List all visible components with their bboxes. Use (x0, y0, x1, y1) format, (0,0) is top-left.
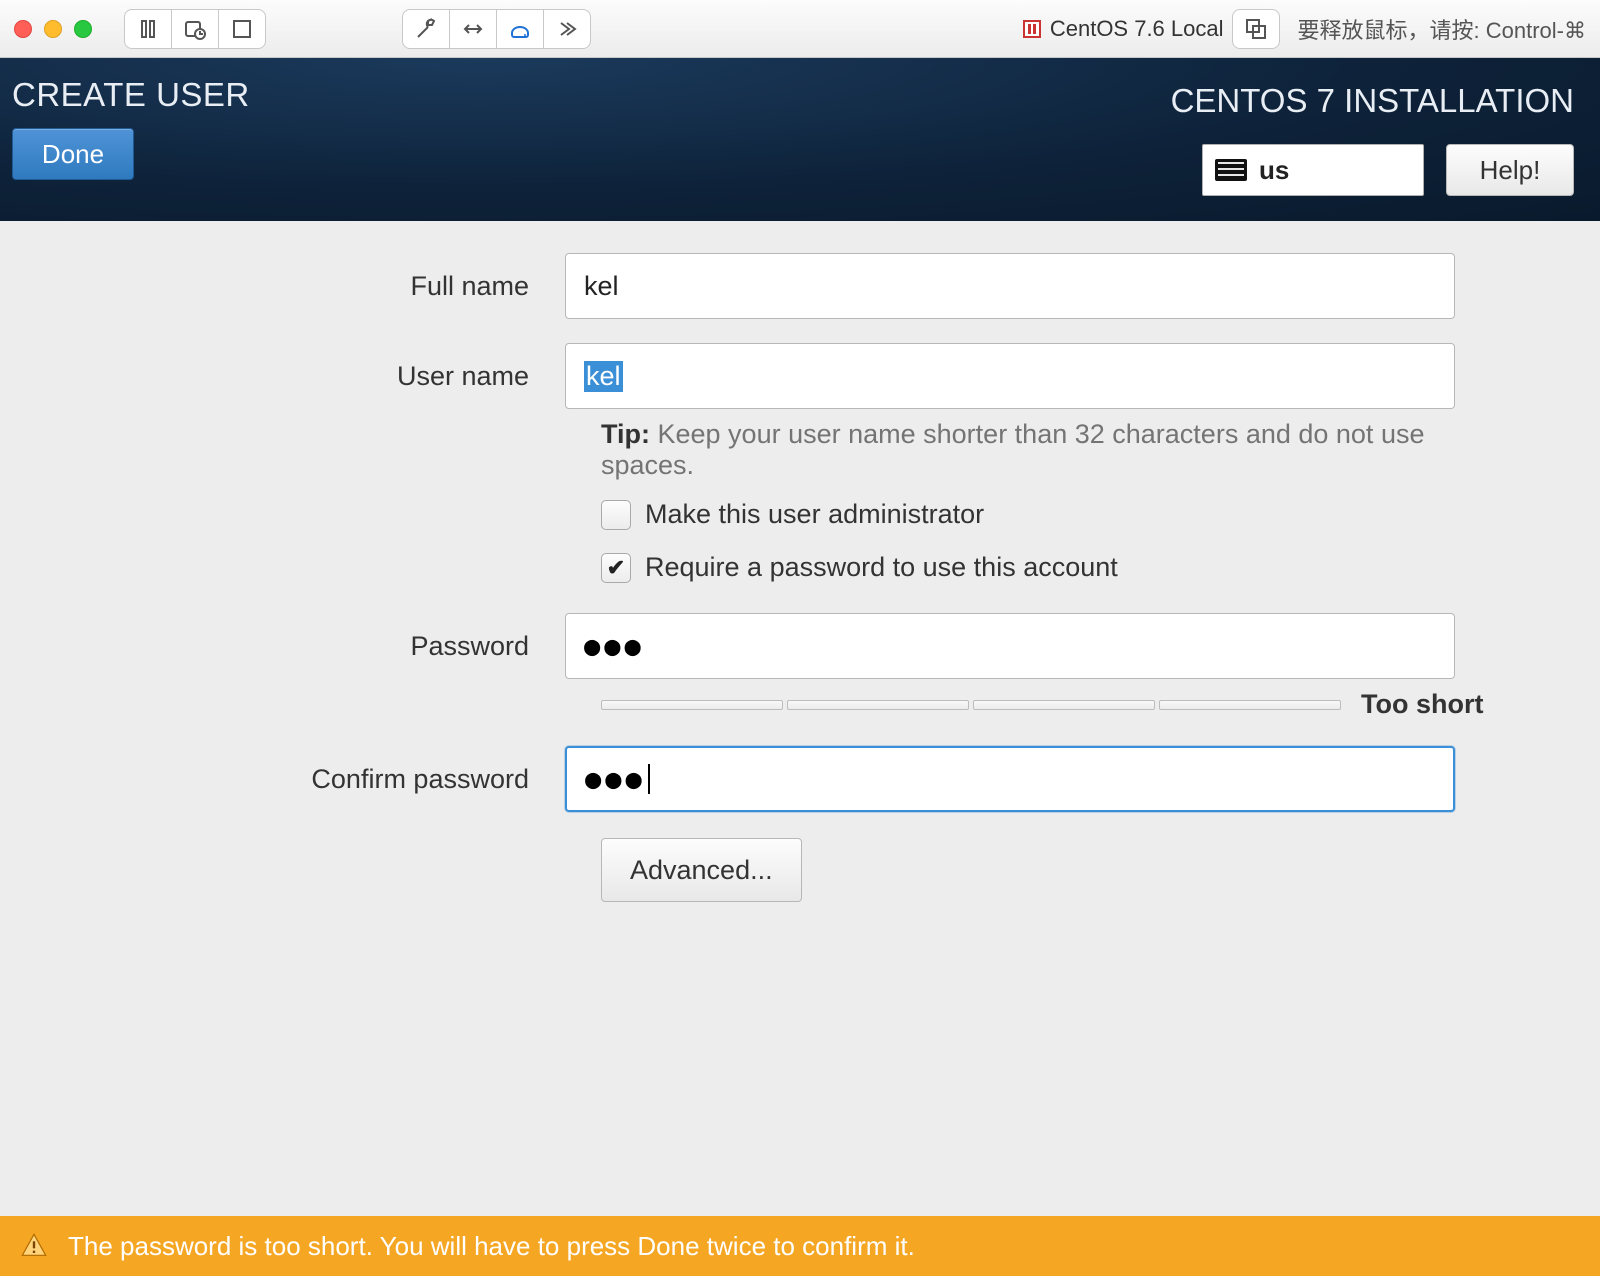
page-title: CREATE USER (12, 76, 250, 114)
warning-text: The password is too short. You will have… (68, 1231, 915, 1262)
require-password-label: Require a password to use this account (645, 552, 1118, 583)
vm-title: CentOS 7.6 Local (1022, 16, 1224, 42)
admin-checkbox-label: Make this user administrator (645, 499, 984, 530)
keyboard-icon (1215, 159, 1247, 181)
require-password-checkbox[interactable] (601, 553, 631, 583)
username-input[interactable]: kel (565, 343, 1455, 409)
mac-toolbar: CentOS 7.6 Local 要释放鼠标，请按: Control-⌘ (0, 0, 1600, 58)
keyboard-layout-selector[interactable]: us (1202, 144, 1424, 196)
close-window-icon[interactable] (14, 20, 32, 38)
password-strength-meter (601, 700, 1341, 710)
release-mouse-hint: 要释放鼠标，请按: Control-⌘ (1298, 13, 1586, 45)
maximize-window-icon[interactable] (74, 20, 92, 38)
confirm-password-value: ●●● (585, 764, 646, 795)
username-label: User name (105, 361, 565, 392)
strength-seg (1159, 700, 1341, 710)
password-value: ●●● (584, 631, 645, 662)
warning-bar: The password is too short. You will have… (0, 1216, 1600, 1276)
tip-text: Keep your user name shorter than 32 char… (601, 419, 1424, 480)
password-label: Password (105, 631, 565, 662)
confirm-password-input[interactable]: ●●● (565, 746, 1455, 812)
keyboard-layout-label: us (1259, 155, 1289, 186)
resize-icon[interactable] (449, 9, 497, 49)
fullname-input[interactable] (565, 253, 1455, 319)
username-value: kel (584, 361, 623, 392)
fullscreen-button[interactable] (218, 9, 266, 49)
warning-icon (20, 1232, 48, 1260)
form-area: Full name User name kel Tip: Keep your u… (0, 221, 1600, 1216)
disk-icon[interactable] (496, 9, 544, 49)
fullname-label: Full name (105, 271, 565, 302)
password-strength-label: Too short (1361, 689, 1483, 720)
coherence-icon[interactable] (1232, 9, 1280, 49)
help-button[interactable]: Help! (1446, 144, 1574, 196)
more-icon[interactable] (543, 9, 591, 49)
password-input[interactable]: ●●● (565, 613, 1455, 679)
vm-tools-group (402, 9, 591, 49)
strength-seg (973, 700, 1155, 710)
pause-vm-button[interactable] (124, 9, 172, 49)
anaconda-header: CREATE USER Done CENTOS 7 INSTALLATION u… (0, 58, 1600, 221)
username-tip: Tip: Keep your user name shorter than 32… (601, 419, 1495, 481)
vm-control-group (124, 9, 266, 49)
installation-title: CENTOS 7 INSTALLATION (1171, 82, 1574, 120)
admin-checkbox[interactable] (601, 500, 631, 530)
strength-seg (787, 700, 969, 710)
window-traffic-lights (14, 20, 92, 38)
confirm-password-label: Confirm password (105, 764, 565, 795)
advanced-button[interactable]: Advanced... (601, 838, 802, 902)
minimize-window-icon[interactable] (44, 20, 62, 38)
snapshot-button[interactable] (171, 9, 219, 49)
strength-seg (601, 700, 783, 710)
settings-icon[interactable] (402, 9, 450, 49)
vm-title-text: CentOS 7.6 Local (1050, 16, 1224, 42)
text-cursor-icon (648, 764, 650, 794)
parallels-icon (1022, 19, 1042, 39)
done-button[interactable]: Done (12, 128, 134, 180)
tip-prefix: Tip: (601, 419, 650, 449)
